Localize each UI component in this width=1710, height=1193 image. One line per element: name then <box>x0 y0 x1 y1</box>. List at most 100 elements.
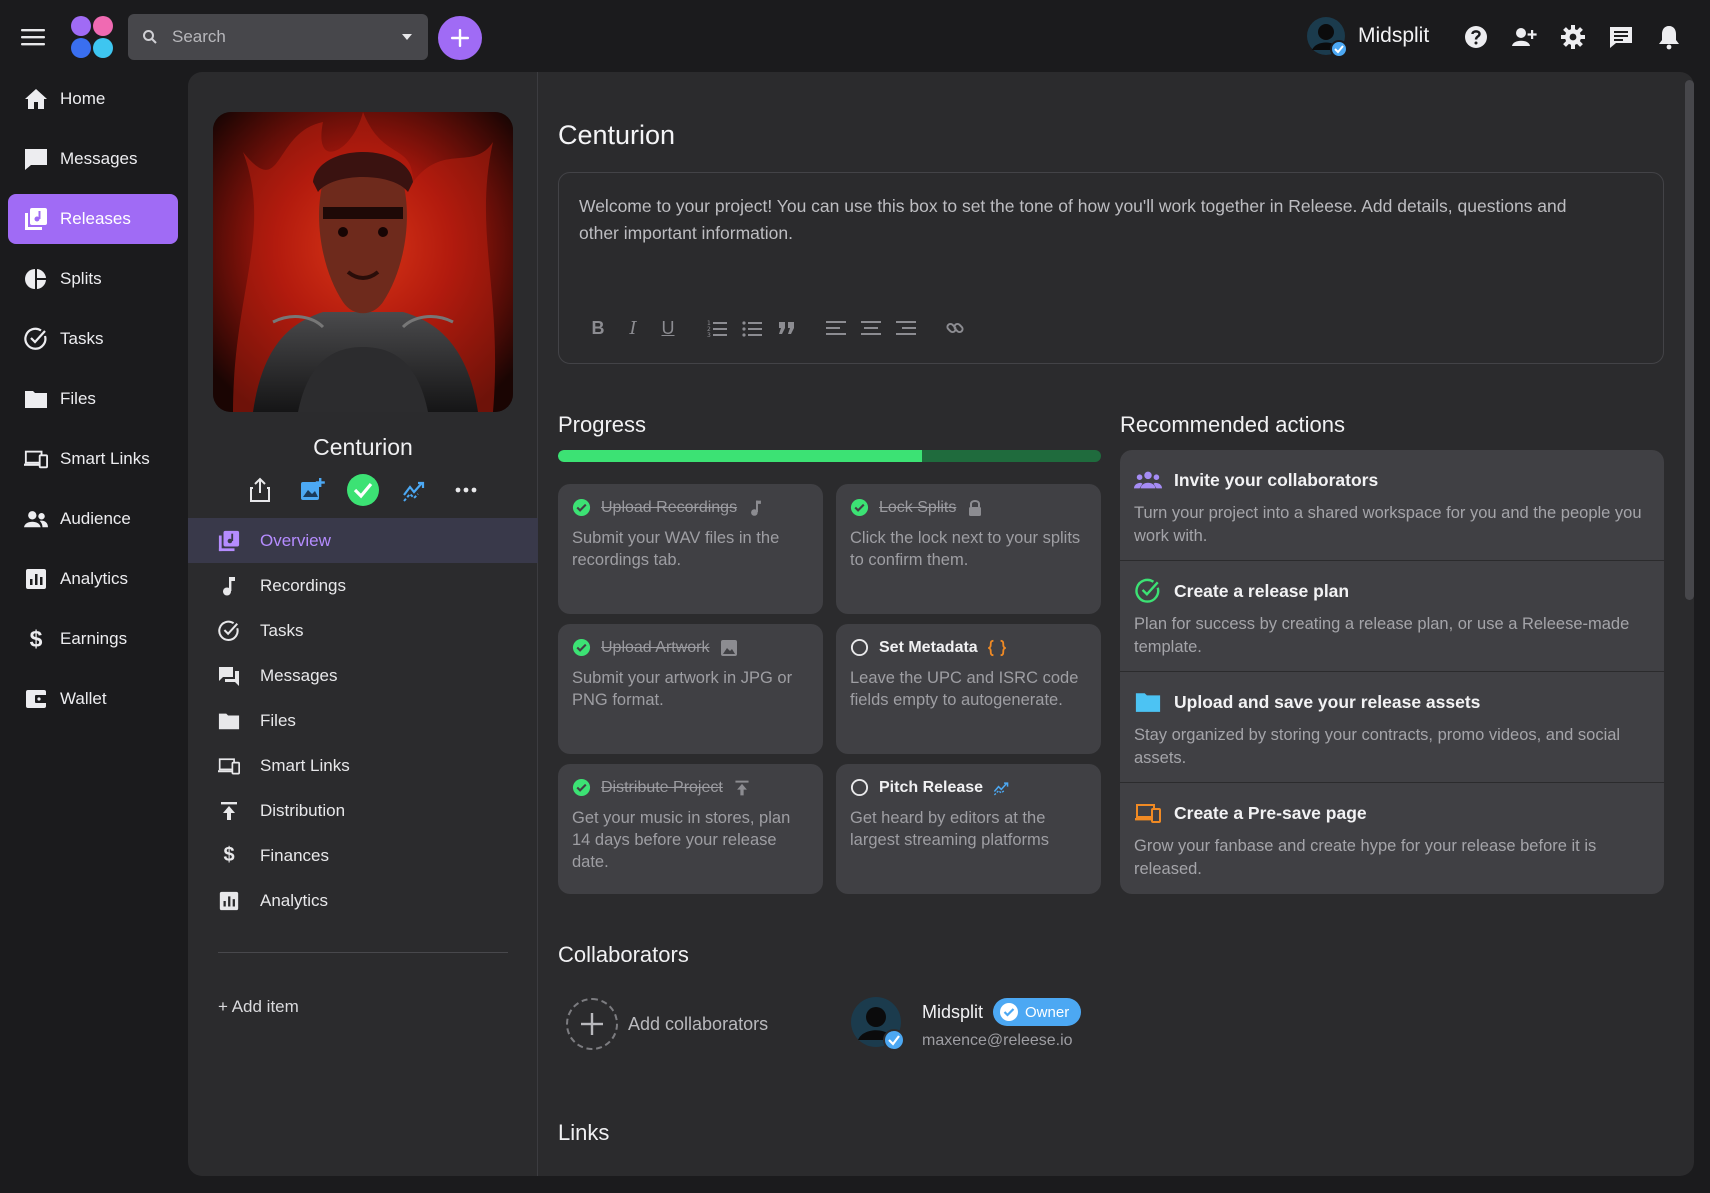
align-left-icon[interactable] <box>825 317 847 339</box>
sidebar-item-messages[interactable]: Messages <box>8 134 178 184</box>
people-icon <box>1134 468 1162 492</box>
pie-icon <box>24 267 48 291</box>
approved-check-icon[interactable] <box>346 473 380 507</box>
sidebar-item-home[interactable]: Home <box>8 74 178 124</box>
italic-icon[interactable]: I <box>622 317 644 339</box>
align-right-icon[interactable] <box>895 317 917 339</box>
rec-desc: Grow your fanbase and create hype for yo… <box>1134 837 1597 878</box>
menu-icon[interactable] <box>20 24 46 50</box>
cover-artwork[interactable] <box>213 112 513 412</box>
bullet-list-icon[interactable] <box>741 317 763 339</box>
progress-card-upload-recordings[interactable]: Upload Recordings Submit your WAV files … <box>558 484 823 614</box>
create-button[interactable] <box>438 16 482 60</box>
share-icon[interactable] <box>243 473 277 507</box>
project-menu: Overview Recordings Tasks Messages Files… <box>188 518 538 923</box>
recommended-title: Recommended actions <box>1120 412 1346 437</box>
message-icon <box>24 147 48 171</box>
lock-icon <box>969 499 982 516</box>
project-tab-analytics[interactable]: Analytics <box>188 878 538 923</box>
rec-create-presave-page[interactable]: Create a Pre-save page Grow your fanbase… <box>1120 783 1664 894</box>
empty-circle-icon <box>850 638 869 657</box>
rec-title: Invite your collaborators <box>1174 469 1379 490</box>
progress-card-lock-splits[interactable]: Lock Splits Click the lock next to your … <box>836 484 1101 614</box>
project-tab-label: Files <box>260 710 296 730</box>
progress-card-upload-artwork[interactable]: Upload Artwork Submit your artwork in JP… <box>558 624 823 754</box>
sidebar-item-tasks[interactable]: Tasks <box>8 314 178 364</box>
project-tab-label: Tasks <box>260 620 304 640</box>
align-center-icon[interactable] <box>860 317 882 339</box>
pitch-trend-icon[interactable] <box>398 473 432 507</box>
sidebar-item-smart-links[interactable]: Smart Links <box>8 434 178 484</box>
image-icon <box>720 639 737 656</box>
quote-icon[interactable] <box>776 317 798 339</box>
add-user-icon[interactable] <box>1511 24 1537 50</box>
divider <box>218 952 508 953</box>
sidebar-item-splits[interactable]: Splits <box>8 254 178 304</box>
folder-icon <box>218 710 240 732</box>
project-tab-distribution[interactable]: Distribution <box>188 788 538 833</box>
analytics-icon <box>218 890 240 912</box>
link-icon[interactable] <box>944 317 966 339</box>
progress-bar <box>558 450 1101 462</box>
more-options-icon[interactable] <box>449 473 483 507</box>
add-collaborators-button[interactable]: Add collaborators <box>566 998 768 1050</box>
sidebar-item-wallet[interactable]: Wallet <box>8 674 178 724</box>
user-name[interactable]: Midsplit <box>1358 24 1429 48</box>
sidebar-item-earnings[interactable]: $ Earnings <box>8 614 178 664</box>
project-tab-tasks[interactable]: Tasks <box>188 608 538 653</box>
progress-card-distribute-project[interactable]: Distribute Project Get your music in sto… <box>558 764 823 894</box>
project-sidebar: Centurion Overview Recordings Tasks Mess… <box>188 72 538 1176</box>
description-text[interactable]: Welcome to your project! You can use thi… <box>579 193 1589 247</box>
project-tab-files[interactable]: Files <box>188 698 538 743</box>
project-actions <box>243 470 483 510</box>
bell-icon[interactable] <box>1656 24 1682 50</box>
bold-icon[interactable]: B <box>587 317 609 339</box>
settings-icon[interactable] <box>1560 24 1586 50</box>
progress-card-title: Lock Splits <box>879 498 957 516</box>
progress-card-title: Pitch Release <box>879 778 984 796</box>
collaborator-card[interactable]: Midsplit Owner maxence@releese.io <box>850 996 1082 1052</box>
app-logo[interactable] <box>70 15 116 59</box>
help-icon[interactable] <box>1463 24 1489 50</box>
user-avatar[interactable] <box>1306 16 1348 58</box>
project-description-editor[interactable]: Welcome to your project! You can use thi… <box>558 172 1664 364</box>
progress-card-desc: Click the lock next to your splits to co… <box>850 529 1081 569</box>
project-tab-label: Messages <box>260 665 338 685</box>
plus-icon <box>451 29 469 47</box>
rec-create-release-plan[interactable]: Create a release plan Plan for success b… <box>1120 561 1664 672</box>
chat-icon[interactable] <box>1608 24 1634 50</box>
dollar-icon: $ <box>29 625 43 652</box>
done-check-icon <box>572 498 591 517</box>
music-note-icon <box>218 575 240 597</box>
wallet-icon <box>24 687 48 711</box>
rec-upload-assets[interactable]: Upload and save your release assets Stay… <box>1120 672 1664 783</box>
sidebar-item-releases[interactable]: Releases <box>8 194 178 244</box>
done-check-icon <box>572 778 591 797</box>
project-tab-finances[interactable]: $ Finances <box>188 833 538 878</box>
verified-icon <box>1000 1003 1019 1021</box>
check-circle-icon <box>1134 578 1162 603</box>
progress-card-title: Upload Recordings <box>601 498 738 516</box>
editor-toolbar: B I U 123 <box>587 317 979 339</box>
scrollbar[interactable] <box>1685 80 1694 600</box>
project-tab-smart-links[interactable]: Smart Links <box>188 743 538 788</box>
project-tab-messages[interactable]: Messages <box>188 653 538 698</box>
project-tab-label: Finances <box>260 845 329 865</box>
sidebar-item-audience[interactable]: Audience <box>8 494 178 544</box>
sidebar-item-analytics[interactable]: Analytics <box>8 554 178 604</box>
project-tab-overview[interactable]: Overview <box>188 518 538 563</box>
progress-card-set-metadata[interactable]: Set Metadata Leave the UPC and ISRC code… <box>836 624 1101 754</box>
add-item-button[interactable]: + Add item <box>218 997 299 1017</box>
project-tab-recordings[interactable]: Recordings <box>188 563 538 608</box>
underline-icon[interactable]: U <box>657 317 679 339</box>
add-image-icon[interactable] <box>295 473 329 507</box>
ordered-list-icon[interactable]: 123 <box>706 317 728 339</box>
rec-invite-collaborators[interactable]: Invite your collaborators Turn your proj… <box>1120 450 1664 561</box>
sidebar-item-label: Releases <box>60 209 131 228</box>
collaborators-title: Collaborators <box>558 942 689 967</box>
sidebar-item-files[interactable]: Files <box>8 374 178 424</box>
chevron-down-icon[interactable] <box>400 30 414 44</box>
sidebar-item-label: Messages <box>60 149 138 168</box>
search-input[interactable]: Search <box>128 14 428 60</box>
progress-card-pitch-release[interactable]: Pitch Release Get heard by editors at th… <box>836 764 1101 894</box>
